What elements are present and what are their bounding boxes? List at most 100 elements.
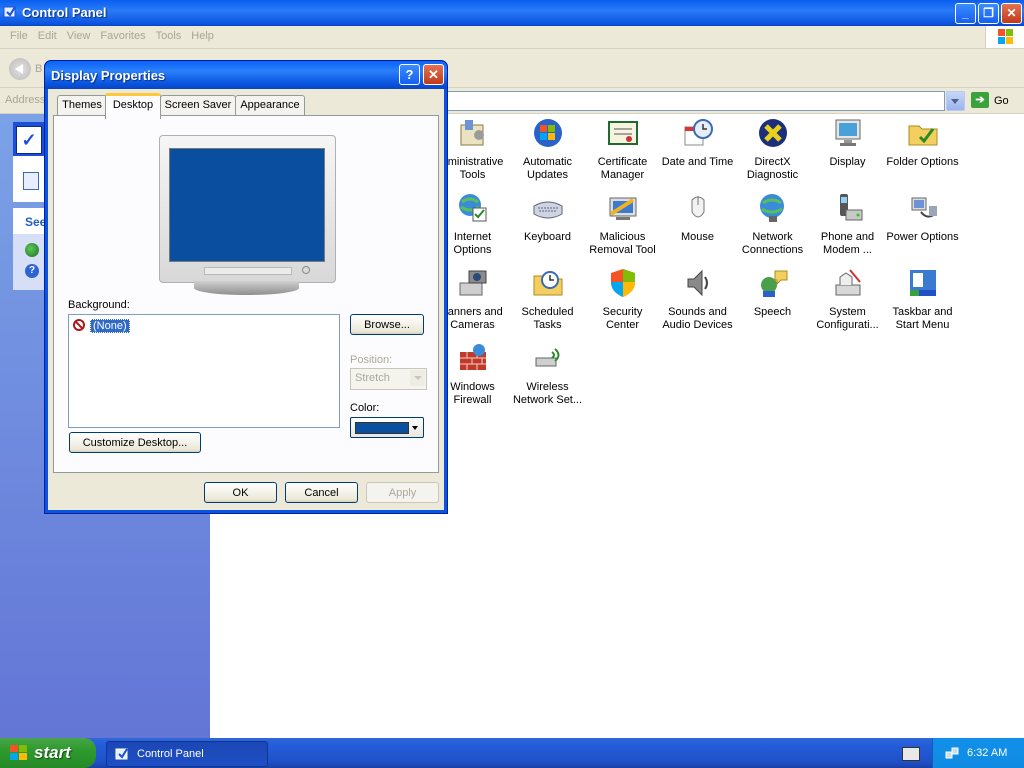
close-button[interactable]: ✕ xyxy=(1001,3,1022,24)
help-support-icon[interactable]: ? xyxy=(25,264,39,278)
background-list[interactable]: (None) xyxy=(68,314,340,428)
display-properties-dialog: Display Properties ? ✕ Themes Desktop Sc… xyxy=(44,60,448,514)
malicious-removal-tool-item[interactable]: Malicious Removal Tool xyxy=(585,192,660,257)
tab-themes[interactable]: Themes xyxy=(57,95,107,116)
scheduled-tasks-icon xyxy=(533,271,562,296)
directx-diagnostic-item[interactable]: DirectX Diagnostic xyxy=(735,117,810,182)
none-icon xyxy=(73,319,85,331)
menu-view[interactable]: View xyxy=(62,26,96,42)
position-label: Position: xyxy=(350,354,393,366)
menu-file[interactable]: File xyxy=(0,26,33,42)
mouse-icon xyxy=(691,196,704,218)
system-configuration-item[interactable]: System Configurati... xyxy=(810,267,885,332)
date-time-icon xyxy=(684,119,713,146)
certificate-icon xyxy=(607,121,638,145)
tab-screen-saver[interactable]: Screen Saver xyxy=(160,95,236,116)
windows-flag-icon xyxy=(10,745,27,760)
speech-item[interactable]: Speech xyxy=(735,267,810,319)
help-button[interactable]: ? xyxy=(399,64,420,85)
internet-options-icon xyxy=(458,194,486,222)
go-button[interactable]: Go xyxy=(994,95,1009,107)
control-panel-check-icon: ✓ xyxy=(16,126,42,154)
dialog-title: Display Properties xyxy=(51,68,166,83)
speaker-icon xyxy=(687,269,708,297)
malicious-removal-icon xyxy=(609,197,636,220)
security-shield-icon xyxy=(610,269,635,297)
network-connections-item[interactable]: Network Connections xyxy=(735,192,810,257)
automatic-updates-item[interactable]: Automatic Updates xyxy=(510,117,585,182)
go-arrow-icon[interactable]: ➔ xyxy=(971,92,989,108)
network-tray-icon[interactable] xyxy=(945,746,959,760)
monitor-preview xyxy=(159,135,336,283)
system-tray: 6:32 AM xyxy=(932,738,1024,768)
scheduled-tasks-item[interactable]: Scheduled Tasks xyxy=(510,267,585,332)
address-label: Address xyxy=(5,94,46,106)
folder-options-item[interactable]: Folder Options xyxy=(885,117,960,169)
back-label: B xyxy=(35,63,43,75)
dialog-titlebar: Display Properties ? ✕ xyxy=(45,61,447,89)
window-titlebar: Control Panel _ ❐ ✕ xyxy=(0,0,1024,26)
certificate-manager-item[interactable]: Certificate Manager xyxy=(585,117,660,182)
control-panel-task-box: ✓ xyxy=(13,122,45,202)
scanner-camera-icon xyxy=(459,270,486,296)
address-input[interactable] xyxy=(447,91,945,111)
security-center-item[interactable]: Security Center xyxy=(585,267,660,332)
monitor-stand xyxy=(194,281,299,295)
power-options-item[interactable]: Power Options xyxy=(885,192,960,244)
color-picker-button[interactable] xyxy=(350,417,424,438)
menu-bar: File Edit View Favorites Tools Help xyxy=(0,26,1024,49)
dialog-body: Themes Desktop Screen Saver Appearance B… xyxy=(48,89,444,510)
clock[interactable]: 6:32 AM xyxy=(967,747,1007,759)
address-dropdown-icon[interactable] xyxy=(946,91,965,111)
taskbar: start Control Panel 6:32 AM xyxy=(0,738,1024,768)
wireless-network-icon xyxy=(535,348,559,367)
background-item-none: (None) xyxy=(90,319,130,333)
firewall-icon xyxy=(459,344,486,370)
menu-help[interactable]: Help xyxy=(186,26,219,42)
mouse-item[interactable]: Mouse xyxy=(660,192,735,244)
desktop-tab-panel: Background: (None) Browse... Position: S… xyxy=(53,115,439,473)
keyboard-item[interactable]: Keyboard xyxy=(510,192,585,244)
wireless-network-setup-item[interactable]: Wireless Network Set... xyxy=(510,342,585,407)
start-label: start xyxy=(34,743,71,762)
switch-view-icon[interactable] xyxy=(23,172,39,190)
maximize-button[interactable]: ❐ xyxy=(978,3,999,24)
sounds-and-audio-item[interactable]: Sounds and Audio Devices xyxy=(660,267,735,332)
customize-desktop-button[interactable]: Customize Desktop... xyxy=(69,432,201,453)
folder-options-icon xyxy=(908,125,937,146)
tab-appearance[interactable]: Appearance xyxy=(235,95,305,116)
taskbar-and-start-menu-item[interactable]: Taskbar and Start Menu xyxy=(885,267,960,332)
apply-button[interactable]: Apply xyxy=(366,482,439,503)
color-label: Color: xyxy=(350,402,380,414)
power-options-icon xyxy=(911,197,937,218)
browse-button[interactable]: Browse... xyxy=(350,314,424,335)
minimize-button[interactable]: _ xyxy=(955,3,976,24)
display-item[interactable]: Display xyxy=(810,117,885,169)
automatic-updates-icon xyxy=(533,119,562,147)
chevron-down-icon xyxy=(412,426,418,430)
speech-icon xyxy=(760,270,787,297)
start-button[interactable]: start xyxy=(0,738,96,768)
position-select[interactable]: Stretch xyxy=(350,368,427,390)
menu-edit[interactable]: Edit xyxy=(33,26,62,42)
taskbar-item-control-panel[interactable]: Control Panel xyxy=(106,741,268,767)
cancel-button[interactable]: Cancel xyxy=(285,482,358,503)
tab-desktop[interactable]: Desktop xyxy=(105,93,161,119)
phone-and-modem-item[interactable]: Phone and Modem ... xyxy=(810,192,885,257)
date-and-time-item[interactable]: Date and Time xyxy=(660,117,735,169)
language-bar-keyboard-icon[interactable] xyxy=(902,747,920,761)
dialog-close-button[interactable]: ✕ xyxy=(423,64,444,85)
chevron-down-icon xyxy=(410,370,425,386)
ok-button[interactable]: OK xyxy=(204,482,277,503)
keyboard-icon xyxy=(533,201,562,219)
position-value: Stretch xyxy=(355,372,390,384)
windows-logo-icon xyxy=(985,26,1024,48)
menu-tools[interactable]: Tools xyxy=(151,26,187,42)
back-icon[interactable] xyxy=(9,58,31,80)
color-swatch xyxy=(355,422,409,434)
menu-favorites[interactable]: Favorites xyxy=(95,26,150,42)
directx-icon xyxy=(758,119,787,147)
taskbar-start-menu-icon xyxy=(909,270,936,296)
window-title: Control Panel xyxy=(22,5,107,20)
windows-update-icon[interactable] xyxy=(25,243,39,257)
